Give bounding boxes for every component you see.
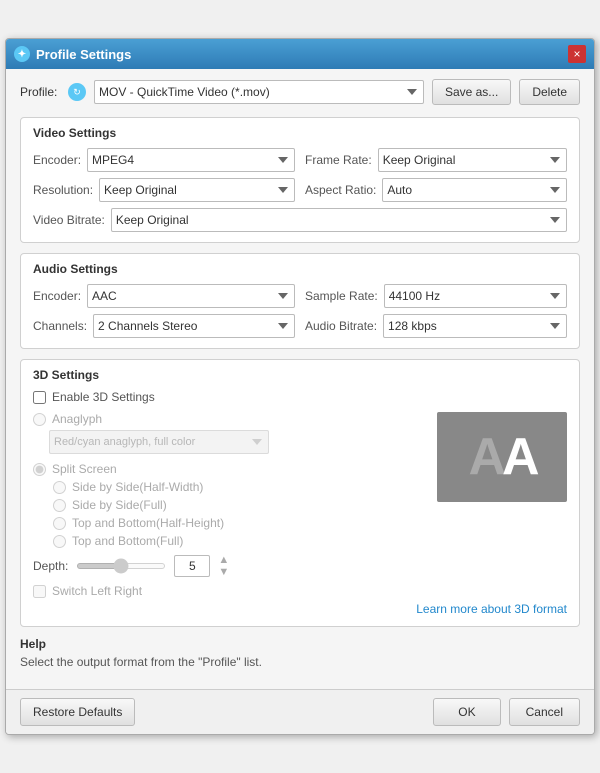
three-d-bottom: Anaglyph Red/cyan anaglyph, full color S… [33, 412, 567, 598]
profile-row: Profile: ↻ MOV - QuickTime Video (*.mov)… [20, 79, 580, 105]
top-bottom-half-radio[interactable] [53, 517, 66, 530]
anaglyph-radio[interactable] [33, 413, 46, 426]
sample-rate-label: Sample Rate: [305, 289, 378, 303]
resolution-label: Resolution: [33, 183, 93, 197]
resolution-row: Resolution: Keep Original [33, 178, 295, 202]
side-by-side-half-radio[interactable] [53, 481, 66, 494]
split-screen-label: Split Screen [52, 462, 117, 476]
anaglyph-select-row: Red/cyan anaglyph, full color [33, 430, 427, 454]
audio-encoder-label: Encoder: [33, 289, 81, 303]
audio-encoder-select[interactable]: AAC [87, 284, 295, 308]
footer-right: OK Cancel [433, 698, 580, 726]
depth-label: Depth: [33, 559, 68, 573]
depth-slider[interactable] [76, 563, 166, 569]
anaglyph-label: Anaglyph [52, 412, 102, 426]
enable-3d-row: Enable 3D Settings [33, 390, 567, 404]
anaglyph-select[interactable]: Red/cyan anaglyph, full color [49, 430, 269, 454]
three-d-left: Anaglyph Red/cyan anaglyph, full color S… [33, 412, 427, 598]
switch-label: Switch Left Right [52, 584, 142, 598]
channels-select[interactable]: 2 Channels Stereo [93, 314, 295, 338]
audio-encoder-row: Encoder: AAC [33, 284, 295, 308]
profile-label: Profile: [20, 85, 60, 99]
profile-select[interactable]: MOV - QuickTime Video (*.mov) [94, 80, 424, 104]
encoder-row: Encoder: MPEG4 [33, 148, 295, 172]
depth-arrow: ▲▼ [218, 554, 229, 578]
switch-row: Switch Left Right [33, 584, 427, 598]
main-window: ✦ Profile Settings × Profile: ↻ MOV - Qu… [5, 38, 595, 735]
side-by-side-full-radio[interactable] [53, 499, 66, 512]
content-area: Profile: ↻ MOV - QuickTime Video (*.mov)… [6, 69, 594, 689]
restore-defaults-button[interactable]: Restore Defaults [20, 698, 135, 726]
side-by-side-full-row: Side by Side(Full) [53, 498, 427, 512]
channels-label: Channels: [33, 319, 87, 333]
split-screen-radio[interactable] [33, 463, 46, 476]
learn-more-row: Learn more about 3D format [33, 602, 567, 616]
help-section: Help Select the output format from the "… [20, 637, 580, 669]
three-d-settings-section: 3D Settings Enable 3D Settings Anaglyph [20, 359, 580, 627]
sample-rate-row: Sample Rate: 44100 Hz [305, 284, 567, 308]
frame-rate-row: Frame Rate: Keep Original [305, 148, 567, 172]
top-bottom-half-row: Top and Bottom(Half-Height) [53, 516, 427, 530]
side-by-side-full-label: Side by Side(Full) [72, 498, 167, 512]
profile-icon: ↻ [68, 83, 86, 101]
enable-3d-checkbox[interactable] [33, 391, 46, 404]
aspect-ratio-select[interactable]: Auto [382, 178, 567, 202]
depth-row: Depth: 5 ▲▼ [33, 554, 427, 578]
video-bitrate-select[interactable]: Keep Original [111, 208, 567, 232]
aspect-ratio-label: Aspect Ratio: [305, 183, 376, 197]
video-bitrate-label: Video Bitrate: [33, 213, 105, 227]
footer: Restore Defaults OK Cancel [6, 689, 594, 734]
frame-rate-label: Frame Rate: [305, 153, 372, 167]
top-bottom-full-label: Top and Bottom(Full) [72, 534, 183, 548]
encoder-select[interactable]: MPEG4 [87, 148, 295, 172]
audio-bitrate-select[interactable]: 128 kbps [383, 314, 567, 338]
anaglyph-row: Anaglyph [33, 412, 427, 426]
channels-row: Channels: 2 Channels Stereo [33, 314, 295, 338]
cancel-button[interactable]: Cancel [509, 698, 580, 726]
switch-checkbox[interactable] [33, 585, 46, 598]
help-title: Help [20, 637, 580, 651]
close-button[interactable]: × [568, 45, 586, 63]
audio-bitrate-row: Audio Bitrate: 128 kbps [305, 314, 567, 338]
enable-3d-label: Enable 3D Settings [52, 390, 155, 404]
sample-rate-select[interactable]: 44100 Hz [384, 284, 567, 308]
app-icon: ✦ [14, 46, 30, 62]
audio-settings-title: Audio Settings [33, 262, 567, 276]
delete-button[interactable]: Delete [519, 79, 580, 105]
window-title: Profile Settings [36, 47, 131, 62]
depth-value: 5 [174, 555, 210, 577]
side-by-side-half-row: Side by Side(Half-Width) [53, 480, 427, 494]
top-bottom-full-radio[interactable] [53, 535, 66, 548]
video-settings-title: Video Settings [33, 126, 567, 140]
resolution-select[interactable]: Keep Original [99, 178, 295, 202]
title-bar: ✦ Profile Settings × [6, 39, 594, 69]
audio-settings-section: Audio Settings Encoder: AAC Sample Rate:… [20, 253, 580, 349]
top-bottom-half-label: Top and Bottom(Half-Height) [72, 516, 224, 530]
video-settings-section: Video Settings Encoder: MPEG4 Frame Rate… [20, 117, 580, 243]
three-d-preview: AA [437, 412, 567, 502]
three-d-title: 3D Settings [33, 368, 567, 382]
aa-preview: AA [468, 427, 535, 487]
top-bottom-full-row: Top and Bottom(Full) [53, 534, 427, 548]
video-settings-grid: Encoder: MPEG4 Frame Rate: Keep Original… [33, 148, 567, 202]
side-by-side-half-label: Side by Side(Half-Width) [72, 480, 203, 494]
audio-bitrate-label: Audio Bitrate: [305, 319, 377, 333]
aspect-ratio-row: Aspect Ratio: Auto [305, 178, 567, 202]
save-as-button[interactable]: Save as... [432, 79, 511, 105]
learn-more-link[interactable]: Learn more about 3D format [416, 602, 567, 616]
split-screen-row: Split Screen [33, 462, 427, 476]
title-bar-left: ✦ Profile Settings [14, 46, 131, 62]
help-text: Select the output format from the "Profi… [20, 655, 580, 669]
encoder-label: Encoder: [33, 153, 81, 167]
frame-rate-select[interactable]: Keep Original [378, 148, 567, 172]
audio-settings-grid: Encoder: AAC Sample Rate: 44100 Hz Chann… [33, 284, 567, 338]
video-bitrate-row: Video Bitrate: Keep Original [33, 208, 567, 232]
ok-button[interactable]: OK [433, 698, 500, 726]
